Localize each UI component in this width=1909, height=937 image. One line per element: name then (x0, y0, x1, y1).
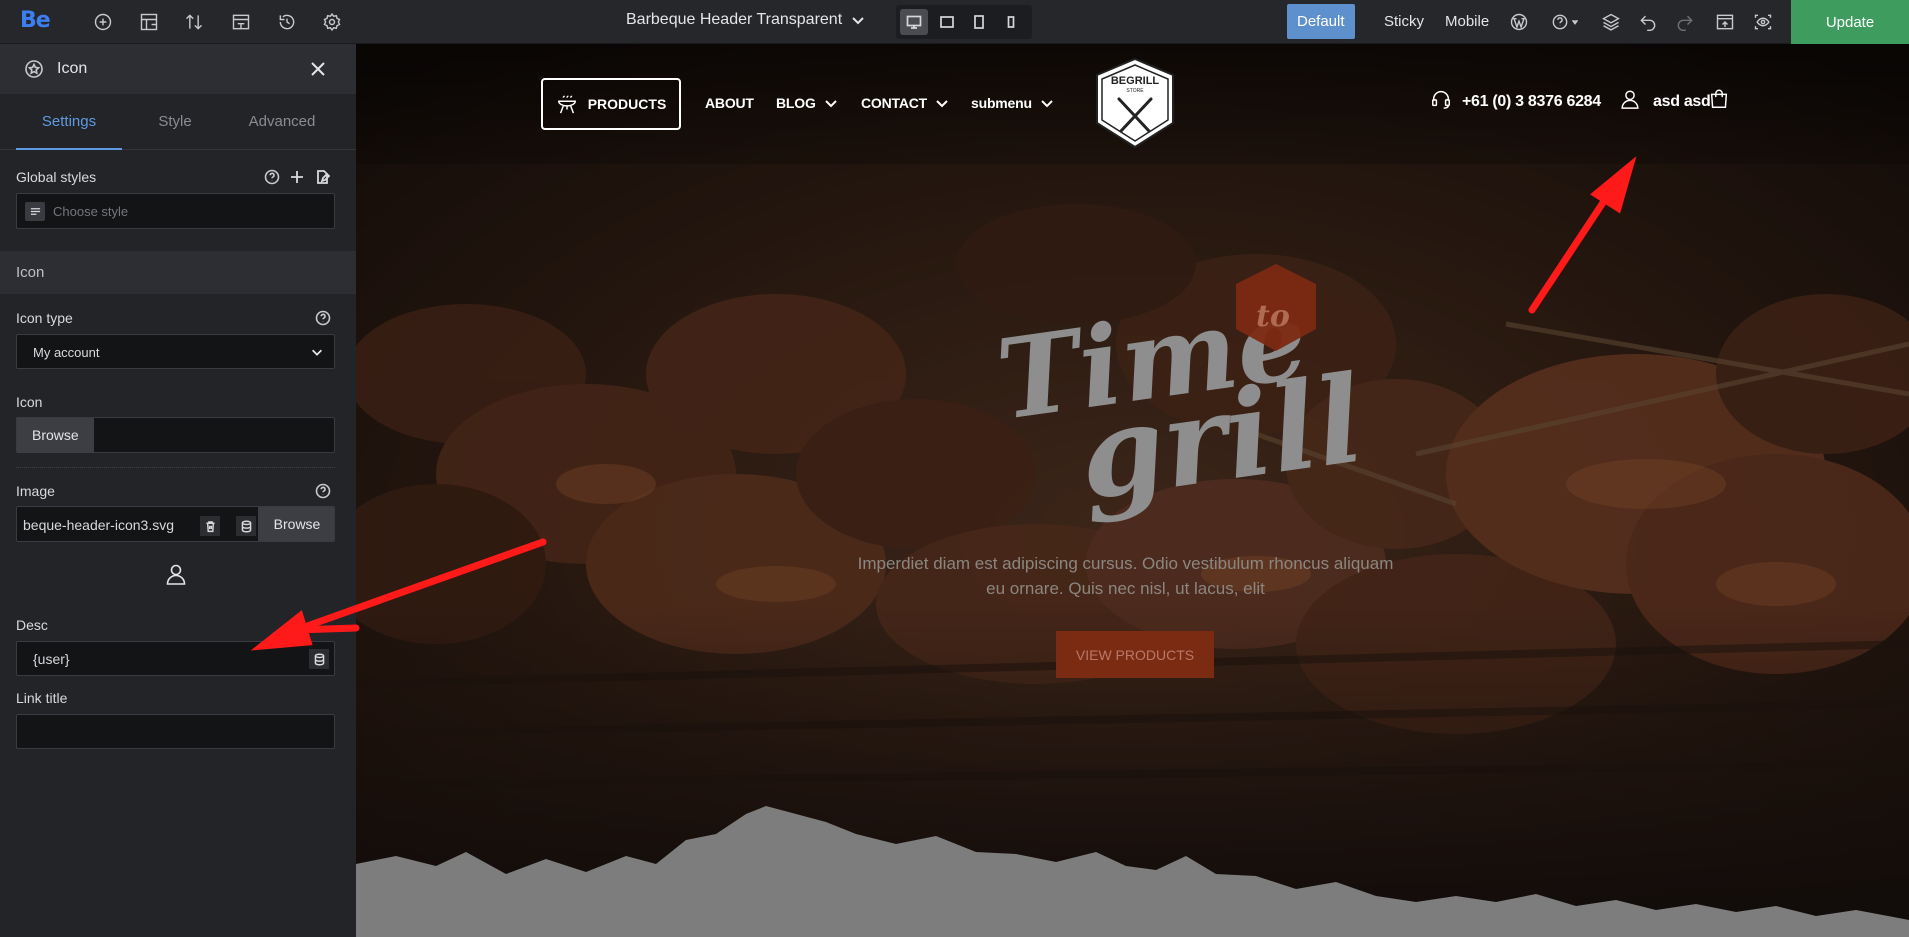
trash-icon[interactable] (200, 516, 220, 536)
image-filename: beque-header-icon3.svg (23, 517, 174, 533)
gear-icon[interactable] (320, 10, 344, 34)
tab-settings[interactable]: Settings (16, 94, 122, 150)
help-icon[interactable] (315, 310, 331, 326)
divider (16, 467, 335, 468)
icon-type-label: Icon type (16, 310, 73, 326)
add-style-icon[interactable] (289, 169, 307, 187)
help-icon[interactable] (315, 483, 331, 499)
icon-browse-button[interactable]: Browse (17, 418, 94, 453)
mode-mobile[interactable]: Mobile (1435, 4, 1499, 39)
mode-sticky[interactable]: Sticky (1374, 4, 1434, 39)
page-selector-label: Barbeque Header Transparent (626, 11, 843, 28)
chevron-down-icon (312, 349, 322, 356)
mobile-icon (1007, 16, 1015, 28)
icon-section-header[interactable]: Icon (0, 251, 356, 294)
tab-style[interactable]: Style (130, 94, 220, 150)
wordpress-icon[interactable] (1507, 10, 1531, 34)
chevron-down-icon (852, 17, 864, 25)
icon-field[interactable]: Browse (16, 417, 335, 453)
export-icon[interactable] (1713, 10, 1737, 34)
top-toolbar: Be Barbeque Header Transparent Default S… (0, 0, 1909, 44)
layout-icon[interactable] (137, 10, 161, 34)
choose-style-select[interactable]: Choose style (16, 193, 335, 229)
tab-advanced[interactable]: Advanced (232, 94, 332, 150)
tablet-landscape-icon (940, 16, 954, 28)
desktop-view-button[interactable] (900, 9, 928, 35)
add-icon[interactable] (91, 10, 115, 34)
style-list-icon (25, 202, 45, 221)
desc-input[interactable]: {user} (16, 641, 335, 676)
template-icon[interactable] (229, 10, 253, 34)
layers-icon[interactable] (1599, 10, 1623, 34)
help-menu-icon[interactable] (1548, 10, 1582, 34)
close-icon[interactable] (307, 58, 329, 80)
database-icon[interactable] (236, 516, 256, 536)
icon-section-title: Icon (16, 264, 45, 281)
sort-icon[interactable] (182, 10, 206, 34)
page-selector[interactable]: Barbeque Header Transparent (626, 11, 866, 29)
star-badge-icon (24, 59, 44, 79)
desc-label: Desc (16, 617, 48, 633)
image-field-value-wrap: beque-header-icon3.svg (23, 517, 211, 533)
mobile-view-button[interactable] (997, 9, 1025, 35)
help-icon[interactable] (264, 169, 280, 185)
image-field[interactable]: beque-header-icon3.svg Browse (16, 506, 335, 542)
app-logo[interactable]: Be (20, 8, 51, 33)
panel-tabs: Settings Style Advanced (0, 94, 356, 150)
edit-style-icon[interactable] (315, 169, 333, 187)
user-icon-preview (164, 562, 188, 586)
desktop-icon (906, 15, 922, 29)
update-button[interactable]: Update (1791, 0, 1909, 44)
history-icon[interactable] (275, 10, 299, 34)
tablet-icon (974, 15, 984, 29)
icon-type-select[interactable]: My account (16, 334, 335, 369)
icon-label: Icon (16, 394, 43, 410)
laptop-view-button[interactable] (933, 9, 961, 35)
mode-default[interactable]: Default (1287, 4, 1355, 39)
undo-icon[interactable] (1636, 10, 1660, 34)
panel-title: Icon (57, 60, 88, 77)
device-switcher (896, 5, 1032, 39)
image-browse-button[interactable]: Browse (258, 507, 334, 541)
link-title-label: Link title (16, 690, 68, 706)
redo-icon[interactable] (1673, 10, 1697, 34)
database-icon[interactable] (309, 649, 329, 669)
settings-panel: Icon Settings Style Advanced Global styl… (0, 44, 356, 937)
global-styles-label: Global styles (16, 169, 97, 185)
annotation-arrows (356, 156, 1637, 613)
desc-value: {user} (33, 651, 70, 667)
image-label: Image (16, 483, 55, 499)
choose-style-placeholder: Choose style (53, 204, 129, 219)
page-preview[interactable]: Time to grill PRODUCTS ABOUT BLOG CONTAC… (356, 44, 1909, 937)
link-title-input[interactable] (16, 714, 335, 749)
panel-header: Icon (0, 44, 356, 94)
icon-type-value: My account (33, 345, 100, 360)
tablet-view-button[interactable] (965, 9, 993, 35)
preview-icon[interactable] (1751, 10, 1775, 34)
